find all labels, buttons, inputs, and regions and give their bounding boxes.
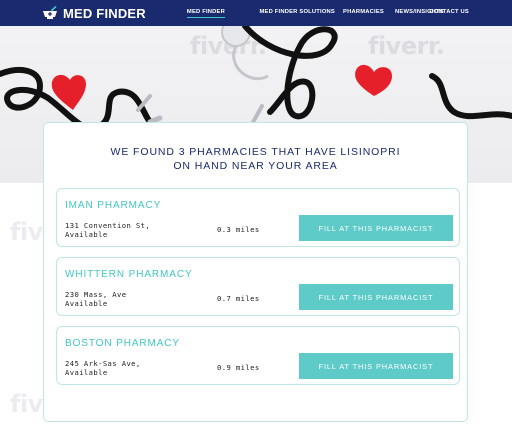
pharmacy-address: 230 Mass, Ave Available: [65, 290, 175, 308]
results-title-line-1: WE FOUND 3 PHARMACIES THAT HAVE LISINOPR…: [110, 146, 401, 158]
pharmacy-address-line: 245 Ark-Sas Ave,: [65, 359, 141, 368]
pharmacy-address-line: 131 Convention St,: [65, 221, 151, 230]
pharmacy-address-line: 230 Mass, Ave: [65, 290, 127, 299]
pharmacy-card: IMAN PHARMACY 131 Convention St, Availab…: [56, 188, 460, 247]
results-title: WE FOUND 3 PHARMACIES THAT HAVE LISINOPR…: [44, 145, 467, 173]
nav-item-contact-us[interactable]: CONTACT US: [429, 9, 469, 15]
nav-item-med-finder[interactable]: MED FINDER: [186, 9, 226, 18]
pharmacy-availability: Available: [65, 299, 108, 308]
pharmacy-card: WHITTERN PHARMACY 230 Mass, Ave Availabl…: [56, 257, 460, 316]
top-nav-bar: MED FINDER MED FINDER MED FINDER SOLUTIO…: [0, 0, 512, 26]
pharmacy-address: 131 Convention St, Available: [65, 221, 175, 239]
pharmacy-availability: Available: [65, 368, 108, 377]
pharmacy-distance: 0.3 miles: [217, 225, 260, 234]
fill-at-pharmacist-button[interactable]: FILL AT THIS PHARMACIST: [299, 284, 453, 310]
results-title-line-2: ON HAND NEAR YOUR AREA: [173, 160, 338, 172]
nav-item-med-finder-solutions[interactable]: MED FINDER SOLUTIONS: [260, 9, 336, 15]
pharmacy-name: BOSTON PHARMACY: [65, 338, 180, 349]
pharmacy-availability: Available: [65, 230, 108, 239]
pharmacy-distance: 0.9 miles: [217, 363, 260, 372]
fill-at-pharmacist-button[interactable]: FILL AT THIS PHARMACIST: [299, 215, 453, 241]
logo-text: MED FINDER: [63, 5, 146, 21]
pharmacy-name: WHITTERN PHARMACY: [65, 269, 193, 280]
logo[interactable]: MED FINDER: [42, 4, 146, 22]
pharmacy-address: 245 Ark-Sas Ave, Available: [65, 359, 175, 377]
pharmacy-card: BOSTON PHARMACY 245 Ark-Sas Ave, Availab…: [56, 326, 460, 385]
mortar-pestle-logo-icon: [43, 6, 57, 19]
results-card: WE FOUND 3 PHARMACIES THAT HAVE LISINOPR…: [43, 122, 468, 422]
nav-item-pharmacies[interactable]: PHARMACIES: [343, 9, 384, 15]
fill-at-pharmacist-button[interactable]: FILL AT THIS PHARMACIST: [299, 353, 453, 379]
pharmacy-distance: 0.7 miles: [217, 294, 260, 303]
pharmacy-name: IMAN PHARMACY: [65, 200, 162, 211]
